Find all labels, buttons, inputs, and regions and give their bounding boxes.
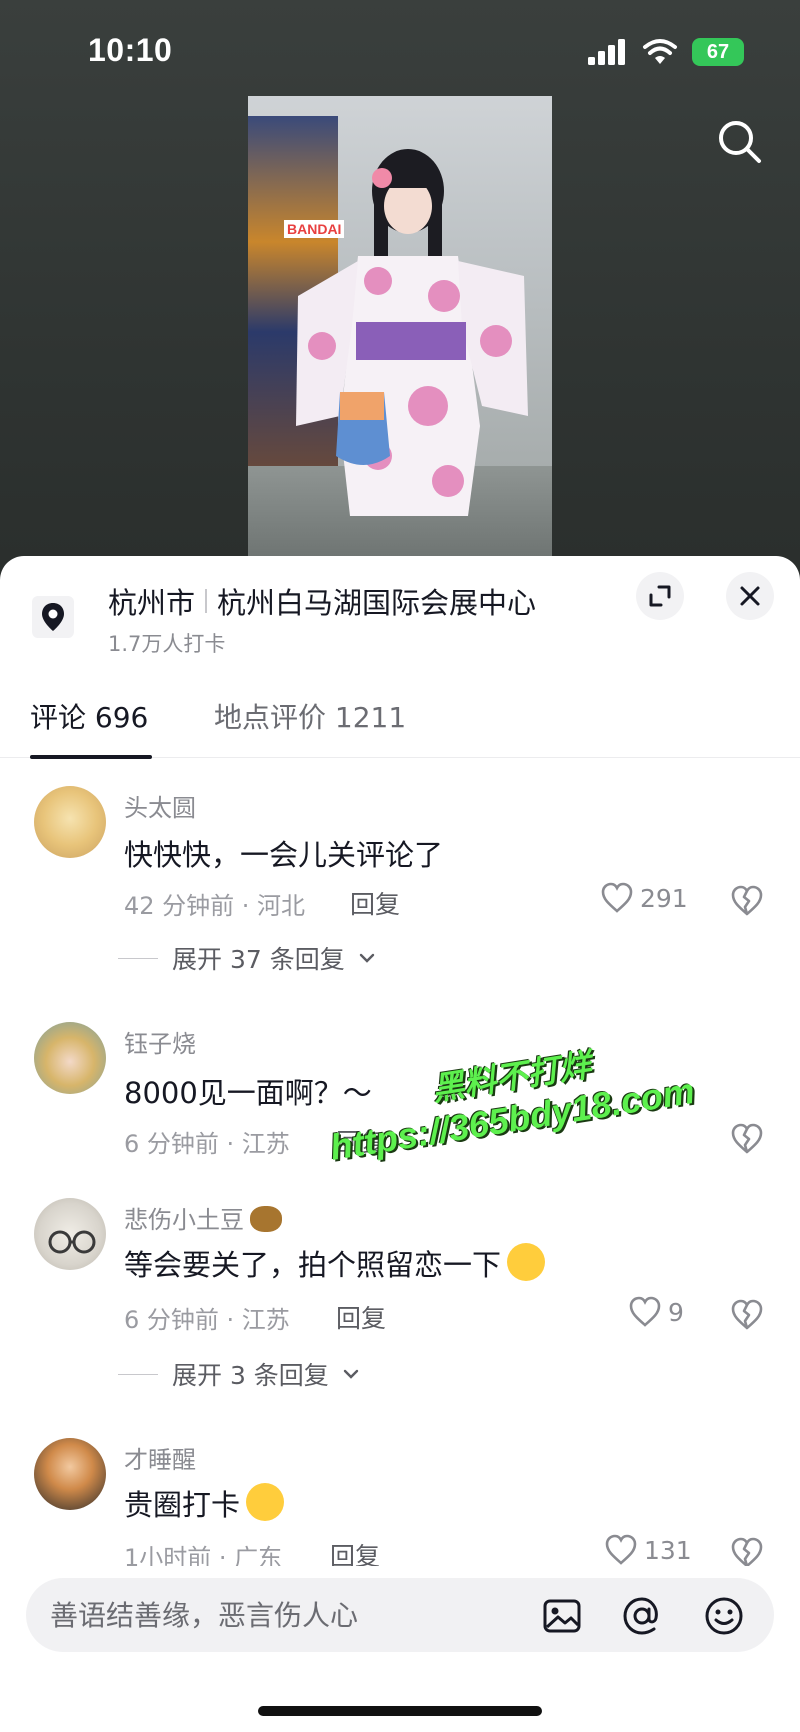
search-icon (719, 121, 761, 163)
expand-replies[interactable]: 展开 3 条回复 (118, 1356, 359, 1392)
comment-text-content: 等会要关了，拍个照留恋一下 (124, 1248, 502, 1282)
heart-icon (629, 1296, 661, 1327)
potato-emoji-icon (250, 1206, 282, 1232)
tab-underline (30, 755, 152, 759)
emoji-icon[interactable] (702, 1594, 746, 1638)
comment-meta: 6 分钟前 · 江苏 (124, 1306, 290, 1334)
status-bar: 10:10 67 (0, 0, 800, 104)
reply-button[interactable]: 回复 (336, 1299, 386, 1335)
person-figure (296, 149, 528, 516)
avatar[interactable] (34, 1022, 106, 1094)
comment-meta: 42 分钟前 · 河北 (124, 892, 306, 920)
comment-username[interactable]: 才睡醒 (124, 1440, 196, 1475)
broken-heart-icon[interactable] (730, 884, 764, 918)
reply-button[interactable]: 回复 (350, 885, 400, 921)
location-venue: 杭州白马湖国际会展中心 (217, 586, 537, 620)
avatar[interactable] (34, 786, 106, 858)
comment-username[interactable]: 悲伤小土豆 (124, 1200, 282, 1235)
at-icon[interactable] (620, 1594, 664, 1638)
comment-username-text: 悲伤小土豆 (124, 1206, 244, 1234)
comment-meta: 6 分钟前 · 江苏 (124, 1130, 290, 1158)
expand-replies[interactable]: 展开 37 条回复 (118, 940, 375, 976)
avatar[interactable] (34, 1438, 106, 1510)
expand-line (118, 1373, 158, 1375)
comment-text: 等会要关了，拍个照留恋一下 (124, 1242, 546, 1284)
expand-line (118, 957, 158, 959)
battery-indicator: 67 (692, 38, 744, 66)
expand-replies-label: 展开 3 条回复 (172, 1361, 329, 1390)
search-button[interactable] (710, 112, 770, 172)
tab-location-reviews[interactable]: 地点评价 1211 (214, 696, 406, 736)
status-time: 10:10 (88, 32, 173, 68)
expand-button[interactable] (636, 572, 684, 620)
like-button[interactable]: 291 (600, 882, 688, 914)
tab-comments[interactable]: 评论 696 (30, 696, 148, 736)
like-count: 131 (644, 1535, 692, 1565)
video-thumbnail[interactable]: BANDAI (248, 96, 552, 556)
like-button[interactable]: 9 (628, 1296, 684, 1328)
like-count: 9 (668, 1297, 684, 1327)
comment-text: 贵圈打卡 (124, 1482, 285, 1524)
close-icon (740, 586, 760, 606)
grinning-emoji-icon (507, 1243, 546, 1281)
like-button[interactable]: 131 (604, 1534, 692, 1566)
location-checkins: 1.7万人打卡 (108, 632, 226, 656)
like-count: 291 (640, 883, 688, 913)
tab-bar: 评论 696 地点评价 1211 (0, 696, 800, 759)
location-pin-icon (32, 596, 74, 638)
expand-replies-label: 展开 37 条回复 (172, 945, 345, 974)
home-indicator[interactable] (258, 1706, 542, 1716)
battery-level: 67 (706, 40, 730, 63)
location-title[interactable]: 杭州市 杭州白马湖国际会展中心 (108, 580, 536, 622)
glasses-icon (48, 1230, 96, 1254)
comment-text-content: 贵圈打卡 (124, 1488, 241, 1522)
chevron-down-icon (343, 1369, 359, 1379)
expand-icon (649, 585, 671, 607)
grinning-emoji-icon (246, 1483, 285, 1521)
comment-input[interactable] (50, 1578, 530, 1652)
chevron-down-icon (359, 953, 374, 963)
comment-username[interactable]: 钰子烧 (124, 1024, 196, 1059)
broken-heart-icon[interactable] (730, 1536, 764, 1570)
signal-icon (588, 39, 625, 65)
image-icon[interactable] (540, 1594, 584, 1638)
comment-text: 快快快，一会儿关评论了 (124, 838, 444, 872)
location-city: 杭州市 (108, 586, 196, 620)
status-icons: 67 (588, 38, 744, 66)
location-separator (205, 589, 208, 613)
wifi-icon (643, 39, 677, 64)
heart-icon (605, 1534, 637, 1565)
comment-username[interactable]: 头太圆 (124, 788, 196, 823)
comment-input-bar (26, 1578, 774, 1652)
heart-icon (601, 882, 633, 913)
broken-heart-icon[interactable] (730, 1298, 764, 1332)
broken-heart-icon[interactable] (730, 1122, 764, 1156)
avatar[interactable] (34, 1198, 106, 1270)
close-button[interactable] (726, 572, 774, 620)
